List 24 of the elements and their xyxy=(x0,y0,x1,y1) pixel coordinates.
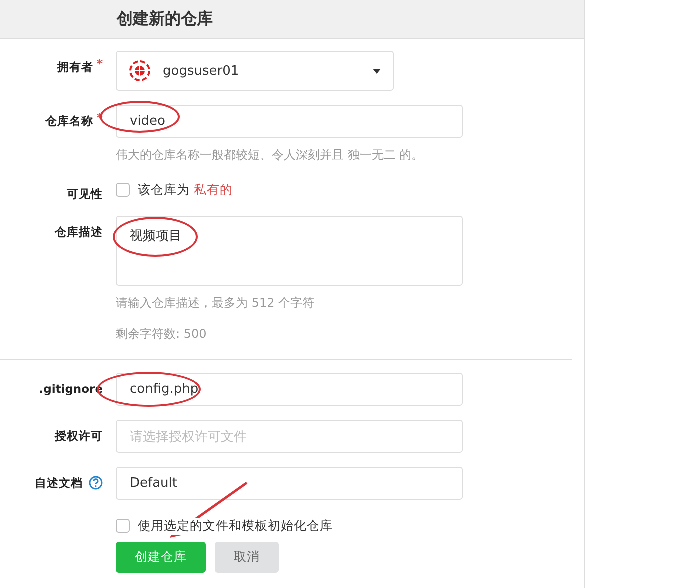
page-title: 创建新的仓库 xyxy=(117,8,213,30)
checkbox[interactable] xyxy=(116,519,130,533)
input-field[interactable]: Default xyxy=(116,467,463,500)
help-icon[interactable] xyxy=(89,476,103,490)
field-label: 仓库名称 xyxy=(46,113,94,130)
checkbox-label: 使用选定的文件和模板初始化仓库 xyxy=(138,518,333,534)
caret-icon xyxy=(373,68,381,74)
help-text: 请输入仓库描述，最多为 512 个字符 xyxy=(116,295,316,312)
checkbox[interactable] xyxy=(116,183,130,197)
required-mark: * xyxy=(96,56,103,73)
checkbox-label: 该仓库为 私有的 xyxy=(138,182,233,198)
field-label: 仓库描述 xyxy=(55,224,103,241)
input-field[interactable]: video xyxy=(116,105,463,138)
description-field[interactable]: 视频项目 xyxy=(116,216,463,286)
character-count: 剩余字符数: 500 xyxy=(116,326,208,343)
field-label: 授权许可 xyxy=(55,428,103,445)
input-field[interactable]: config.php xyxy=(116,373,463,406)
field-label: 自述文档 xyxy=(35,475,83,492)
owner-dropdown[interactable]: gogsuser01 xyxy=(116,51,394,91)
avatar-icon xyxy=(129,60,151,82)
field-label: 可见性 xyxy=(67,186,103,203)
field-label: 拥有者 xyxy=(58,59,94,76)
help-text: 伟大的仓库名称一般都较短、令人深刻并且 独一无二 的。 xyxy=(116,147,425,164)
cancel-button[interactable]: 取消 xyxy=(215,542,279,573)
